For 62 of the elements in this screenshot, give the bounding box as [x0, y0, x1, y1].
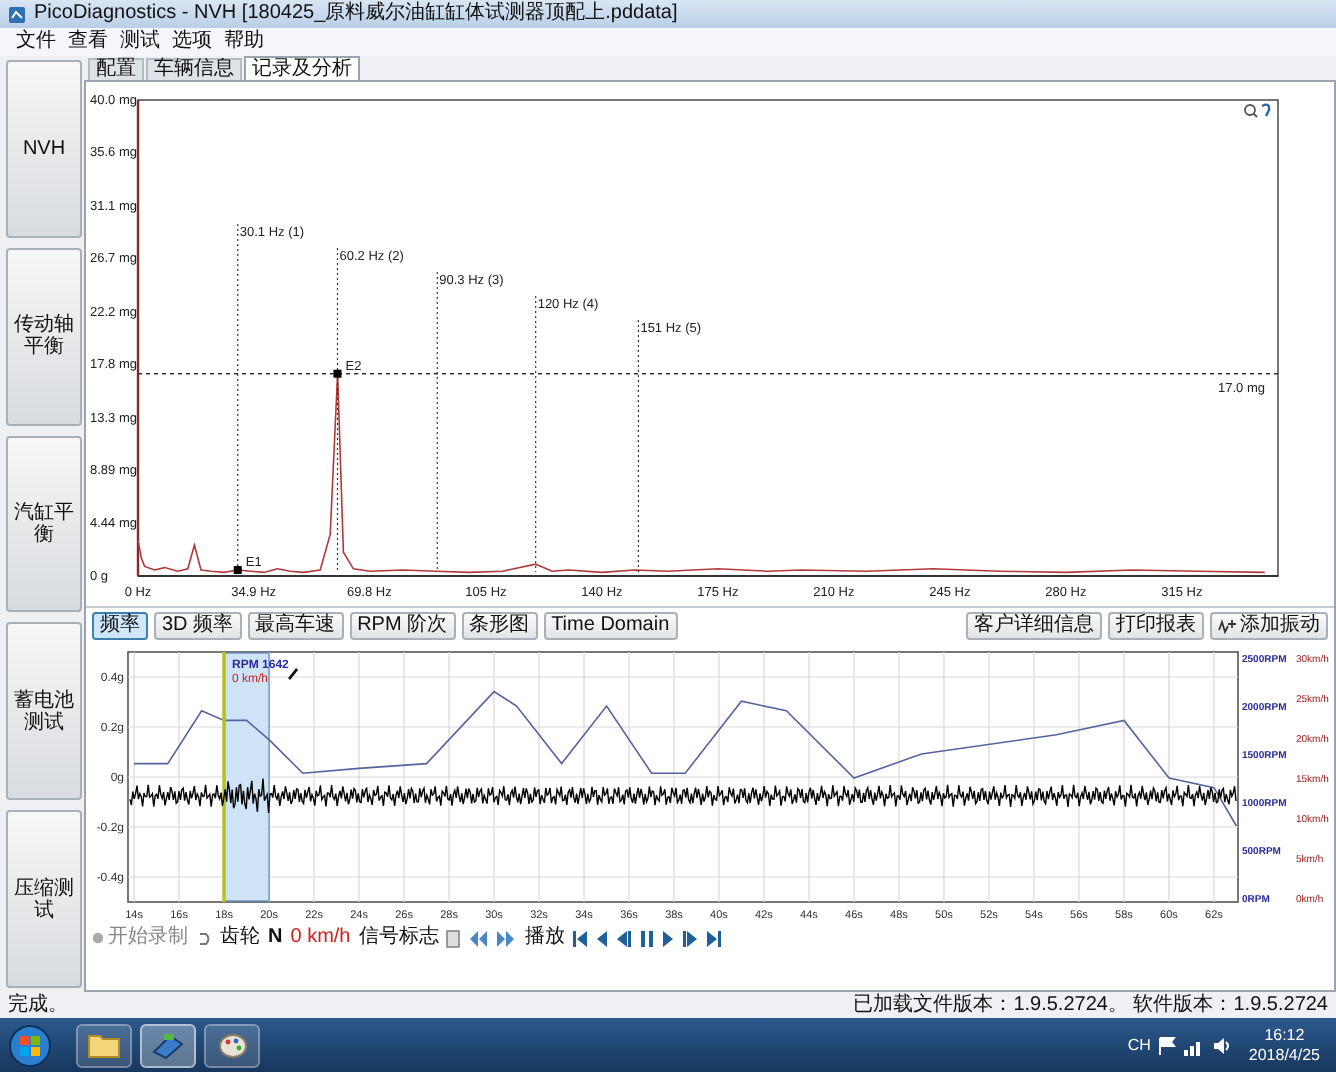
- app-icon: [8, 5, 26, 23]
- sidebar-button[interactable]: 蓄电池测试: [6, 622, 82, 801]
- pencil-icon[interactable]: [288, 668, 299, 680]
- start-button[interactable]: [8, 1023, 52, 1067]
- tab[interactable]: 车辆信息: [146, 58, 242, 80]
- version-info: 已加载文件版本：1.9.5.2724。 软件版本：1.9.5.2724: [853, 995, 1328, 1015]
- gear-label: 齿轮: [220, 928, 260, 948]
- pause-icon[interactable]: [640, 929, 655, 947]
- speed-value: 0 km/h: [290, 928, 351, 948]
- waveform-plus-icon: [1218, 617, 1236, 633]
- cursor-line[interactable]: [222, 652, 226, 902]
- step-back-icon[interactable]: [596, 929, 609, 947]
- toolbar-button[interactable]: 3D 频率: [154, 611, 242, 639]
- play-icon[interactable]: [662, 929, 675, 947]
- tab[interactable]: 配置: [88, 58, 144, 80]
- tab[interactable]: 记录及分析: [244, 56, 360, 80]
- status-message: 完成。: [8, 995, 68, 1015]
- play-label: 播放: [524, 928, 565, 948]
- diagnostic-device-icon: [152, 1031, 184, 1059]
- sidebar-button[interactable]: NVH: [6, 60, 82, 238]
- menu-item[interactable]: 查看: [68, 32, 108, 52]
- menu-item[interactable]: 文件: [16, 32, 56, 52]
- folder-icon: [88, 1032, 120, 1058]
- toolbar-button[interactable]: 添加振动: [1210, 611, 1328, 639]
- rewind-icon[interactable]: [468, 929, 489, 947]
- fast-forward-icon[interactable]: [496, 929, 517, 947]
- toolbar-button[interactable]: RPM 阶次: [349, 611, 456, 639]
- toolbar-button[interactable]: 打印报表: [1108, 611, 1204, 639]
- cursor-marker[interactable]: [233, 566, 242, 575]
- paint-palette-icon: [217, 1031, 247, 1059]
- taskbar-app-button[interactable]: [140, 1023, 196, 1067]
- toolbar-button[interactable]: Time Domain: [543, 611, 678, 639]
- taskbar-app-button[interactable]: [76, 1023, 132, 1067]
- record-button[interactable]: 开始录制: [92, 928, 188, 948]
- record-dot-icon: [92, 932, 104, 944]
- cursor-marker[interactable]: [333, 369, 342, 378]
- frame-forward-icon[interactable]: [682, 929, 699, 947]
- frame-back-icon[interactable]: [616, 929, 633, 947]
- zoom-undo-icon[interactable]: [1244, 103, 1271, 118]
- signal-label: 信号标志: [358, 928, 439, 948]
- toolbar-button[interactable]: 频率: [92, 611, 148, 639]
- sidebar-button[interactable]: 传动轴平衡: [6, 247, 82, 426]
- taskbar-app-button[interactable]: [204, 1023, 260, 1067]
- toolbar-button[interactable]: 最高车速: [247, 611, 344, 639]
- speaker-icon[interactable]: [1212, 1035, 1233, 1055]
- loop-icon[interactable]: [196, 929, 212, 947]
- menu-item[interactable]: 测试: [120, 32, 160, 52]
- menu-item[interactable]: 帮助: [224, 32, 264, 52]
- sidebar-button[interactable]: 压缩测试: [6, 810, 82, 988]
- skip-to-start-icon[interactable]: [572, 929, 589, 947]
- flag-icon[interactable]: [1158, 1035, 1177, 1055]
- document-icon[interactable]: [446, 929, 461, 947]
- sidebar-button[interactable]: 汽缸平衡: [6, 435, 82, 613]
- gear-value: N: [268, 928, 283, 948]
- menu-item[interactable]: 选项: [172, 32, 212, 52]
- toolbar-button[interactable]: 条形图: [461, 611, 538, 639]
- toolbar-button[interactable]: 客户详细信息: [966, 611, 1102, 639]
- input-language-indicator[interactable]: CH: [1127, 1033, 1151, 1057]
- clock-time: 16:12: [1264, 1027, 1305, 1043]
- window-title: PicoDiagnostics - NVH [180425_原料威尔油缸缸体试测器顶配上.pddata]: [34, 4, 678, 24]
- clock-date: 2018/4/25: [1248, 1047, 1320, 1063]
- skip-to-end-icon[interactable]: [706, 929, 723, 947]
